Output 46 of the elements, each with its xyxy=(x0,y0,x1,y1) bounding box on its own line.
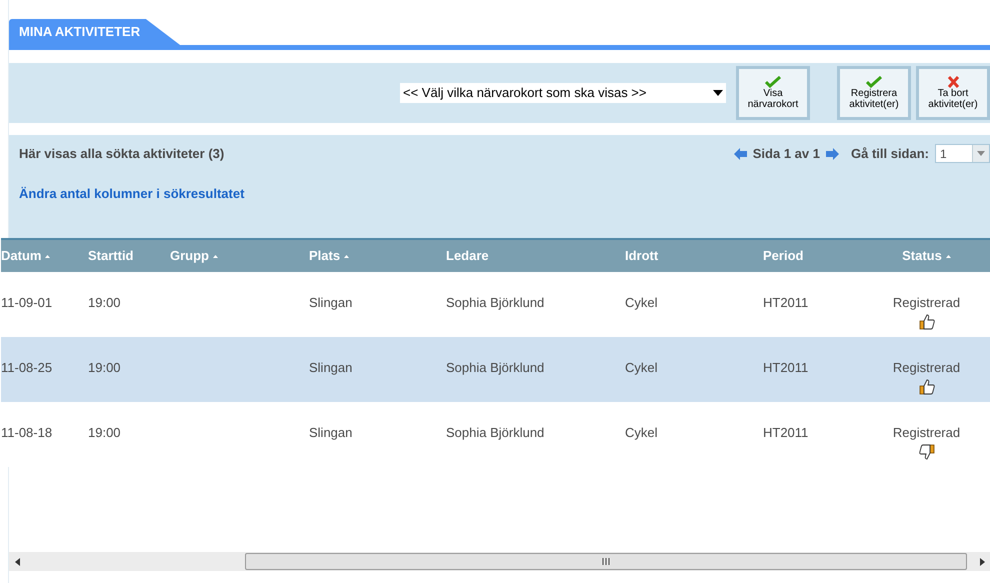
column-header[interactable]: Grupp xyxy=(170,246,309,266)
table-cell: 11-09-01 xyxy=(1,295,52,310)
dropdown-arrow-icon xyxy=(713,90,723,96)
delete-button[interactable]: Ta bort aktivitet(er) xyxy=(916,66,990,120)
table-cell: Slingan xyxy=(309,360,352,375)
action-button[interactable]: Visa närvarokort xyxy=(736,66,810,120)
goto-label: Gå till sidan: xyxy=(850,145,929,163)
table-cell: HT2011 xyxy=(763,360,808,375)
column-header[interactable]: Datum xyxy=(1,246,88,266)
table-cell: HT2011 xyxy=(763,425,808,440)
check-icon xyxy=(866,76,882,88)
table-cell: Cykel xyxy=(625,360,658,375)
table-cell: Cykel xyxy=(625,425,658,440)
grip-icon xyxy=(602,558,610,565)
result-summary: Här visas alla sökta aktiviteter (3) xyxy=(19,145,224,163)
page-indicator: Sida 1 av 1 xyxy=(752,145,820,163)
table-cell: Sophia Björklund xyxy=(446,425,544,440)
tab[interactable]: MINA AKTIVITETER xyxy=(9,19,180,45)
page-select[interactable]: 1 xyxy=(935,144,990,164)
column-header[interactable]: Period xyxy=(763,246,863,266)
column-header[interactable]: Starttid xyxy=(88,246,170,266)
table-cell: Cykel xyxy=(625,295,658,310)
table-cell: Registrerad xyxy=(892,295,960,310)
table-cell: 19:00 xyxy=(88,295,121,310)
table-cell: 11-08-25 xyxy=(1,360,52,375)
table-cell: 11-08-18 xyxy=(1,425,52,440)
arrow-right-icon[interactable] xyxy=(977,558,987,566)
table-cell: Sophia Björklund xyxy=(446,360,544,375)
column-header[interactable]: Plats xyxy=(309,246,446,266)
dropdown[interactable]: << Välj vilka närvarokort som ska visas >> xyxy=(400,83,726,103)
table-cell: Slingan xyxy=(309,295,352,310)
table-cell: 19:00 xyxy=(88,360,121,375)
column-header[interactable]: Status xyxy=(863,246,990,266)
table-cell: 19:00 xyxy=(88,425,121,440)
action-button[interactable]: Registrera aktivitet(er) xyxy=(837,66,911,120)
table-cell: Registrerad xyxy=(892,425,960,440)
columns-link[interactable]: Ändra antal kolumner i sökresultatet xyxy=(19,184,244,203)
table-cell: Slingan xyxy=(309,425,352,440)
table-cell: HT2011 xyxy=(763,295,808,310)
check-icon xyxy=(765,76,781,88)
cross-icon xyxy=(946,76,960,88)
column-header[interactable]: Idrott xyxy=(625,246,763,266)
table-cell: Sophia Björklund xyxy=(446,295,544,310)
table-row[interactable]: 11-08-25 19:00 Slingan Sophia Björklund Cykel HT2011 Registrerad xyxy=(1,337,990,402)
column-header[interactable]: Ledare xyxy=(446,246,625,266)
table-cell: Registrerad xyxy=(892,360,960,375)
